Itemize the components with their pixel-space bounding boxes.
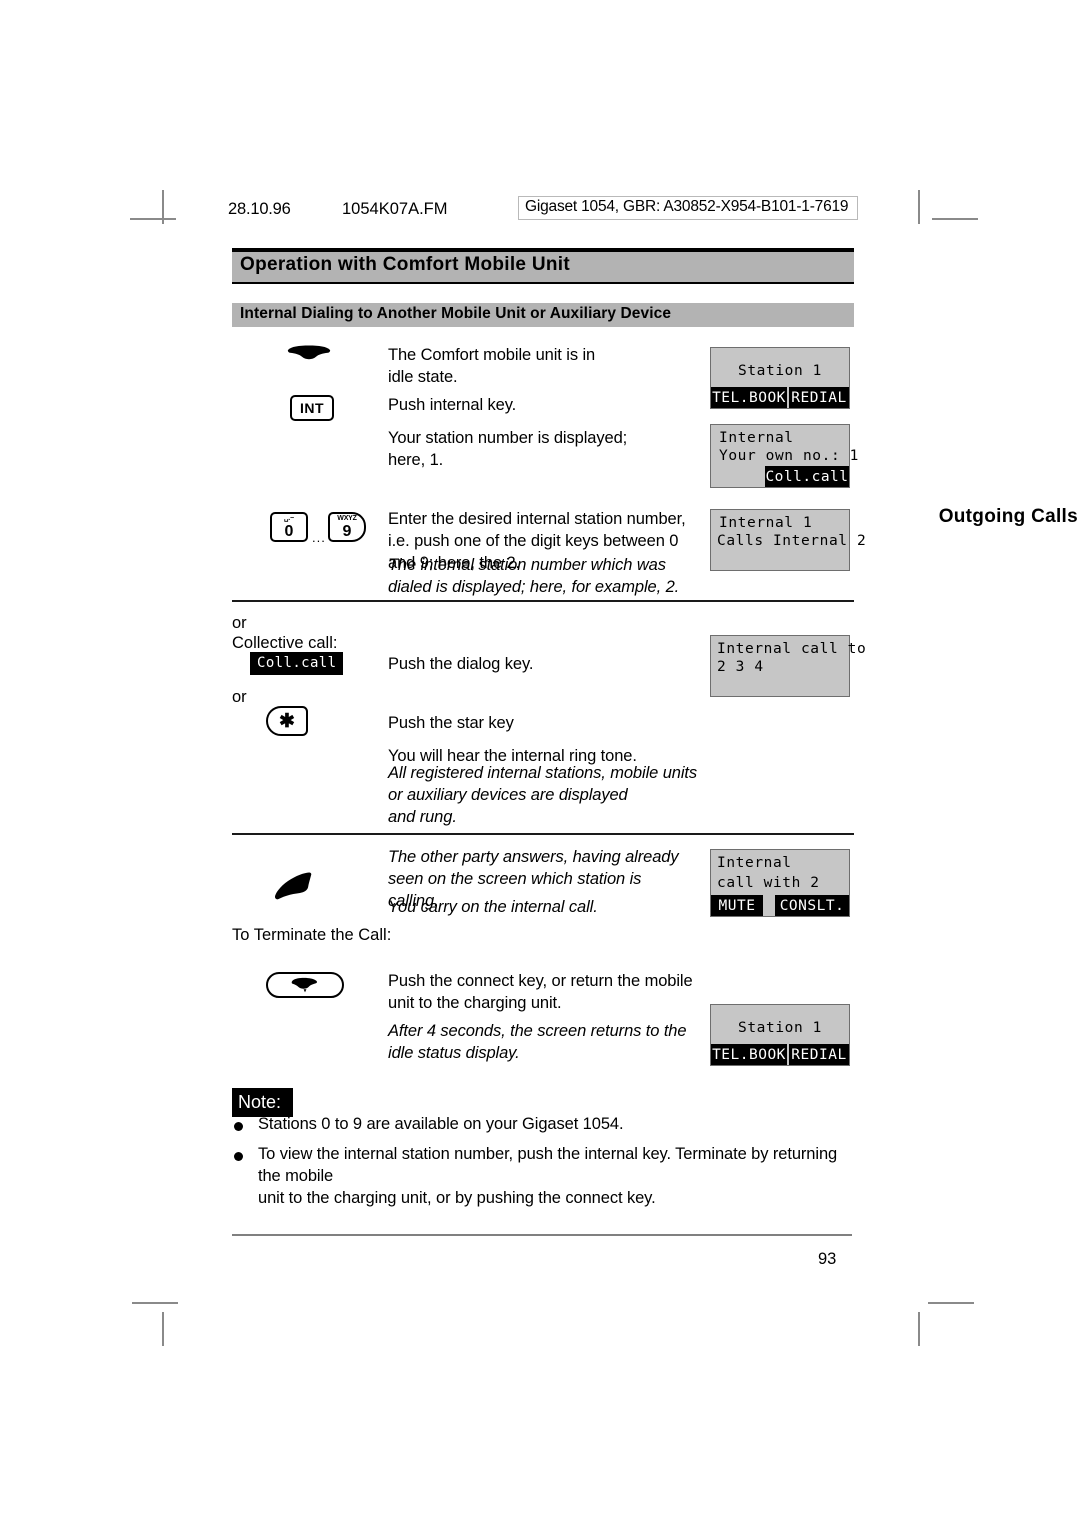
display-line: Internal <box>717 855 792 871</box>
display-line: Station 1 <box>738 363 822 379</box>
internal-call-with-display: Internal call with 2 MUTE CONSLT. <box>710 849 850 917</box>
int-key-label: INT <box>299 400 325 416</box>
dialog-key-text: Push the dialog key. <box>388 655 534 673</box>
terminate-text: Push the connect key, or return the mobi… <box>388 972 693 1012</box>
crop-mark-top-right-v <box>918 190 920 224</box>
softkey-redial[interactable]: REDIAL <box>789 387 849 408</box>
softkey-redial-end[interactable]: REDIAL <box>789 1044 849 1065</box>
document-page: 28.10.96 1054K07A.FM Gigaset 1054, GBR: … <box>0 0 1080 1528</box>
digit-key-9-label: 9 <box>342 523 352 540</box>
answer-text-2: You carry on the internal call. <box>388 898 598 916</box>
display-line: call with 2 <box>717 875 820 891</box>
softkey-mute[interactable]: MUTE <box>711 895 763 916</box>
step-int-text: Push internal key. <box>388 396 517 414</box>
internal-calls-display: Internal 1 Calls Internal 2 <box>710 509 866 571</box>
digit-key-0-sublabel: ␣.− <box>284 515 294 522</box>
display-line: Your own no.: 1 <box>719 448 859 464</box>
document-date: 28.10.96 <box>228 200 291 218</box>
note-bullet-1 <box>234 1122 243 1131</box>
running-head-right: Outgoing Calls <box>938 506 1078 527</box>
document-id-box: Gigaset 1054, GBR: A30852-X954-B101-1-76… <box>518 196 858 220</box>
document-filename: 1054K07A.FM <box>342 200 448 218</box>
softkey-coll-call[interactable]: Coll.call <box>765 466 849 487</box>
footer-rule <box>232 1234 852 1236</box>
digit-key-0-label: 0 <box>284 523 294 540</box>
digit-keys-ellipsis: ... <box>312 530 326 545</box>
note-item-1: Stations 0 to 9 are available on your Gi… <box>258 1115 624 1133</box>
page-number: 93 <box>818 1250 837 1268</box>
display-line: Calls Internal 2 <box>717 533 867 549</box>
ring-tone-text-italic: All registered internal stations, mobile… <box>388 764 698 826</box>
collective-call-label: Collective call: <box>232 634 338 652</box>
star-key[interactable]: ✱ <box>266 706 308 736</box>
note-bullet-2 <box>234 1152 243 1161</box>
int-key[interactable]: INT <box>290 395 334 421</box>
display-line: Station 1 <box>738 1020 822 1036</box>
alternative-or-2: or <box>232 688 247 706</box>
section-title-band: Internal Dialing to Another Mobile Unit … <box>232 303 854 327</box>
idle-status-display-end: Station 1 TEL.BOOK REDIAL <box>710 1004 850 1066</box>
display-line: Internal 1 <box>719 515 813 531</box>
display-line: Internal call to <box>717 641 867 657</box>
internal-own-number-display: Internal Your own no.: 1 Coll.call <box>710 424 858 488</box>
connect-key-icon[interactable] <box>266 972 344 998</box>
document-meta-row: 28.10.96 1054K07A.FM Gigaset 1054, GBR: … <box>228 196 858 224</box>
star-key-glyph: ✱ <box>279 710 295 732</box>
digit-key-9-sublabel: WXYZ <box>337 515 357 522</box>
softkey-tel-book[interactable]: TEL.BOOK <box>711 387 787 408</box>
digit-key-0[interactable]: ␣.− 0 <box>270 512 308 542</box>
step-idle-text: The Comfort mobile unit is in idle state… <box>388 346 596 386</box>
star-key-text: Push the star key <box>388 714 514 732</box>
alternative-or-1: or <box>232 614 247 632</box>
display-line: 2 3 4 <box>717 659 764 675</box>
dialog-key-token[interactable]: Coll.call <box>250 652 344 675</box>
note-item-2: To view the internal station number, pus… <box>258 1145 838 1207</box>
softkey-tel-book-end[interactable]: TEL.BOOK <box>711 1044 787 1065</box>
running-head-left: Operation with Comfort Mobile Unit <box>240 254 571 275</box>
crop-mark-top-left-h <box>130 218 176 220</box>
handset-pickup-icon <box>272 872 322 900</box>
section-title: Internal Dialing to Another Mobile Unit … <box>240 305 672 322</box>
terminate-heading: To Terminate the Call: <box>232 926 392 944</box>
connect-key-handset-glyph <box>291 977 317 993</box>
separator-rule-2 <box>232 833 854 835</box>
digit-key-9[interactable]: WXYZ 9 <box>328 512 366 542</box>
document-id-text: Gigaset 1054, GBR: A30852-X954-B101-1-76… <box>525 198 849 215</box>
display-line: Internal <box>719 430 794 446</box>
idle-status-display: Station 1 TEL.BOOK REDIAL <box>710 347 850 409</box>
internal-call-to-display: Internal call to 2 3 4 <box>710 635 866 697</box>
crop-mark-bottom-right-h <box>928 1302 974 1304</box>
crop-mark-bottom-left-v <box>162 1312 164 1346</box>
handset-idle-icon <box>286 345 332 367</box>
running-head-rule-bottom <box>232 282 854 284</box>
step-digits-text-italic: The internal station number which was di… <box>388 556 680 596</box>
step-own-number-text: Your station number is displayed; here, … <box>388 429 628 469</box>
separator-rule-1 <box>232 600 854 602</box>
crop-mark-bottom-left-h <box>132 1302 178 1304</box>
crop-mark-bottom-right-v <box>918 1312 920 1346</box>
softkey-conslt[interactable]: CONSLT. <box>775 895 849 916</box>
digit-keys-group: ␣.− 0 ... WXYZ 9 <box>270 512 366 546</box>
crop-mark-top-right-h <box>932 218 978 220</box>
terminate-text-italic: After 4 seconds, the screen returns to t… <box>388 1022 687 1062</box>
